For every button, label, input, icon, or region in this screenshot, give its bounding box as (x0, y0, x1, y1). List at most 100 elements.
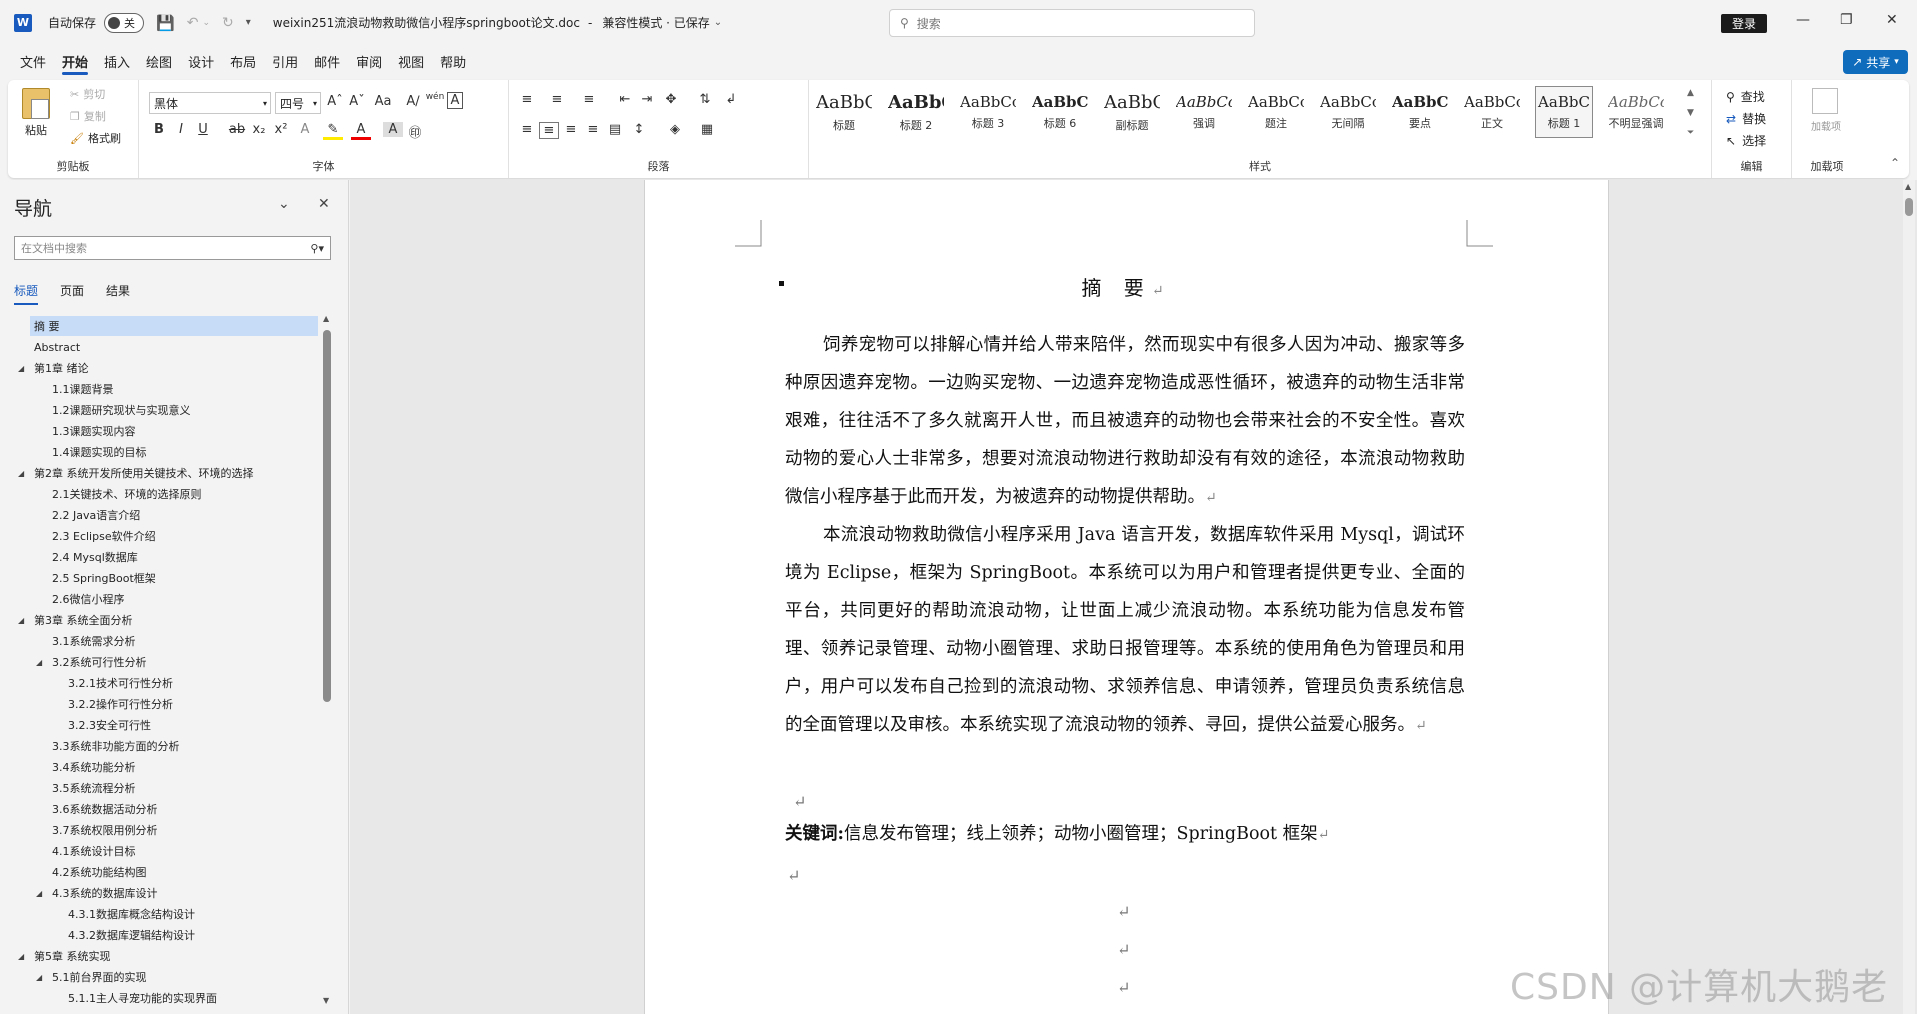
nav-heading-item[interactable]: 摘 要 (30, 316, 318, 336)
enclose-characters-icon[interactable]: ㊞ (405, 122, 425, 141)
style-item[interactable]: AaBbCcI 强调 (1175, 86, 1233, 138)
cut-button[interactable]: ✂ 剪切 (70, 86, 105, 102)
nav-heading-item[interactable]: 4.2系统功能结构图 (0, 862, 320, 882)
nav-heading-item[interactable]: 1.4课题实现的目标 (0, 442, 320, 462)
styles-scroll-down-icon[interactable]: ▼ (1687, 108, 1694, 118)
collapse-triangle-icon[interactable]: ◢ (18, 469, 24, 478)
bold-icon[interactable]: B (149, 122, 169, 137)
nav-heading-item[interactable]: 3.1系统需求分析 (0, 631, 320, 651)
collapse-triangle-icon[interactable]: ◢ (18, 364, 24, 373)
nav-scrollbar[interactable]: ▲ ▼ (323, 314, 331, 1006)
nav-heading-item[interactable]: 2.3 Eclipse软件介绍 (0, 526, 320, 546)
nav-heading-item[interactable]: 5.1.1主人寻宠功能的实现界面 (0, 988, 320, 1006)
font-color-icon[interactable]: A (351, 122, 371, 140)
font-size-select[interactable]: 四号 ▾ (275, 92, 321, 114)
tab-mailings[interactable]: 邮件 (306, 45, 348, 77)
document-page[interactable]: 摘 要↵ 饲养宠物可以排解心情并给人带来陪伴，然而现实中有很多人因为冲动、搬家等… (644, 180, 1609, 1014)
restore-icon[interactable]: ❐ (1840, 12, 1853, 28)
underline-icon[interactable]: U (193, 122, 213, 137)
collapse-triangle-icon[interactable]: ◢ (36, 973, 42, 982)
phonetic-guide-icon[interactable]: wén (425, 92, 445, 102)
collapse-triangle-icon[interactable]: ◢ (18, 952, 24, 961)
nav-heading-item[interactable]: ◢ 4.3系统的数据库设计 (0, 883, 320, 903)
nav-heading-item[interactable]: 4.3.1数据库概念结构设计 (0, 904, 320, 924)
addins-icon[interactable] (1812, 88, 1838, 114)
paste-button[interactable]: 粘贴 (18, 88, 54, 138)
style-item[interactable]: AaBbCc 标题 2 (887, 86, 945, 138)
search-input[interactable]: ⚲ 搜索 (889, 9, 1255, 37)
justify-icon[interactable]: ≡ (583, 122, 603, 137)
redo-icon[interactable]: ↻ (222, 15, 234, 31)
nav-heading-item[interactable]: ◢ 第2章 系统开发所使用关键技术、环境的选择 (0, 463, 320, 483)
sort-icon[interactable]: ⇅ (695, 92, 715, 107)
style-item[interactable]: AaBbC 副标题 (1103, 86, 1161, 138)
nav-heading-item[interactable]: 4.1系统设计目标 (0, 841, 320, 861)
style-item[interactable]: AaBbCcI 正文 (1463, 86, 1521, 138)
copy-button[interactable]: ❐ 复制 (70, 108, 106, 124)
tab-help[interactable]: 帮助 (432, 45, 474, 77)
shading-icon[interactable]: ◈ (665, 122, 685, 137)
strikethrough-icon[interactable]: ab (227, 122, 247, 137)
save-icon[interactable]: 💾 (156, 14, 175, 32)
nav-heading-item[interactable]: ◢ 5.1前台界面的实现 (0, 967, 320, 987)
find-button[interactable]: ⚲ 查找 (1726, 88, 1765, 105)
change-case-icon[interactable]: Aa (373, 94, 393, 109)
style-item[interactable]: AaBbCcI 要点 (1391, 86, 1449, 138)
nav-tab-headings[interactable]: 标题 (14, 282, 39, 305)
scroll-up-icon[interactable]: ▲ (323, 314, 329, 323)
align-right-icon[interactable]: ≡ (561, 122, 581, 137)
nav-heading-item[interactable]: 1.3课题实现内容 (0, 421, 320, 441)
multilevel-list-icon[interactable]: ≡ (579, 92, 599, 107)
style-item[interactable]: AaBbC 标题 (815, 86, 873, 138)
nav-tab-pages[interactable]: 页面 (60, 282, 84, 299)
nav-heading-item[interactable]: 2.6微信小程序 (0, 589, 320, 609)
scroll-down-icon[interactable]: ▼ (323, 996, 329, 1005)
subscript-icon[interactable]: x₂ (249, 122, 269, 137)
undo-icon[interactable]: ↶ (187, 15, 199, 31)
select-button[interactable]: ↖ 选择 (1726, 132, 1766, 149)
login-button[interactable]: 登录 (1721, 14, 1767, 33)
nav-heading-item[interactable]: ◢ 第1章 绪论 (0, 358, 320, 378)
document-scrollbar[interactable]: ▲ (1903, 180, 1915, 1014)
shrink-font-icon[interactable]: Aˇ (347, 94, 367, 109)
nav-heading-item[interactable]: 2.5 SpringBoot框架 (0, 568, 320, 588)
share-button[interactable]: ↗ 共享 ▾ (1843, 50, 1908, 74)
format-painter-button[interactable]: 🖌 格式刷 (70, 130, 121, 146)
style-item[interactable]: AaBbCcI 不明显强调 (1607, 86, 1665, 138)
chinese-layout-icon[interactable]: ✥ (661, 92, 681, 107)
distributed-icon[interactable]: ▤ (605, 122, 625, 137)
increase-indent-icon[interactable]: ⇥ (637, 92, 657, 107)
tab-insert[interactable]: 插入 (96, 45, 138, 77)
nav-search-input[interactable]: 在文档中搜索 ⚲▾ (14, 236, 331, 260)
styles-scroll-up-icon[interactable]: ▲ (1687, 88, 1694, 98)
font-name-select[interactable]: 黑体 ▾ (149, 92, 271, 114)
nav-heading-item[interactable]: ◢ 第5章 系统实现 (0, 946, 320, 966)
style-item[interactable]: AaBbCcD 无间隔 (1319, 86, 1377, 138)
document-scroll-thumb[interactable] (1905, 198, 1913, 216)
nav-heading-item[interactable]: 1.1课题背景 (0, 379, 320, 399)
nav-heading-item[interactable]: ◢ 3.2系统可行性分析 (0, 652, 320, 672)
highlight-icon[interactable]: ✎ (323, 122, 343, 140)
tab-design[interactable]: 设计 (180, 45, 222, 77)
compat-mode-label[interactable]: 兼容性模式 · 已保存 (602, 14, 709, 31)
nav-heading-item[interactable]: 1.2课题研究现状与实现意义 (0, 400, 320, 420)
minimize-icon[interactable]: — (1796, 12, 1810, 28)
collapse-triangle-icon[interactable]: ◢ (18, 616, 24, 625)
tab-references[interactable]: 引用 (264, 45, 306, 77)
show-marks-icon[interactable]: ↲ (721, 92, 741, 107)
nav-heading-item[interactable]: 3.2.3安全可行性 (0, 715, 320, 735)
character-border-icon[interactable]: A (447, 92, 463, 109)
tab-review[interactable]: 审阅 (348, 45, 390, 77)
nav-options-icon[interactable]: ⌄ (278, 196, 290, 212)
styles-more-icon[interactable]: ⏷ (1687, 128, 1694, 138)
nav-close-icon[interactable]: ✕ (318, 196, 330, 212)
collapse-ribbon-icon[interactable]: ⌃ (1890, 156, 1900, 170)
line-spacing-icon[interactable]: ↕ (629, 122, 649, 137)
nav-heading-item[interactable]: 2.4 Mysql数据库 (0, 547, 320, 567)
nav-heading-item[interactable]: 3.2.1技术可行性分析 (0, 673, 320, 693)
nav-heading-item[interactable]: 2.2 Java语言介绍 (0, 505, 320, 525)
text-effects-icon[interactable]: A (295, 122, 315, 137)
bullets-icon[interactable]: ≡ (517, 92, 537, 107)
nav-heading-item[interactable]: 3.3系统非功能方面的分析 (0, 736, 320, 756)
tab-layout[interactable]: 布局 (222, 45, 264, 77)
